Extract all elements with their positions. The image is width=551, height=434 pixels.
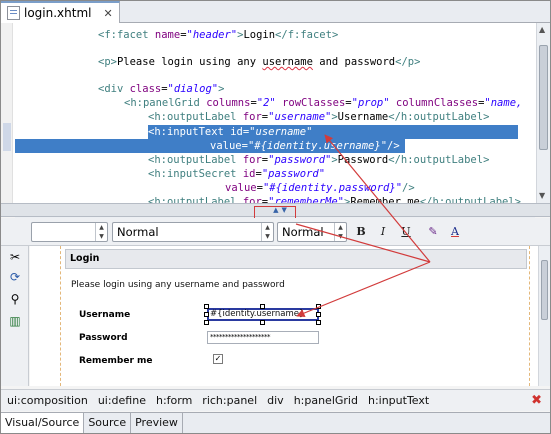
breadcrumb-item[interactable]: ui:define [98, 394, 146, 407]
visual-palette: ✂ ⟳ ⚲ ▥ [1, 246, 29, 386]
visual-editor[interactable]: Login Please login using any username an… [30, 246, 550, 386]
refresh-icon[interactable]: ⟳ [8, 270, 22, 284]
editor-ruler [1, 23, 13, 203]
source-editor[interactable]: <f:facet name="header">Login</f:facet> <p… [1, 23, 550, 225]
tab-source[interactable]: Source [84, 413, 132, 433]
breadcrumb-item[interactable]: ui:composition [7, 394, 88, 407]
font-color-button[interactable]: A [447, 224, 463, 240]
breadcrumb-item[interactable]: rich:panel [202, 394, 257, 407]
scroll-down-icon[interactable]: ▼ [539, 191, 545, 200]
chevron-updown-icon[interactable]: ▲ ▼ [95, 223, 107, 241]
code-line[interactable]: value="#{identity.username}"/> [210, 139, 400, 153]
scroll-up-icon[interactable]: ▲ [539, 25, 545, 34]
password-input[interactable]: ******************** [207, 331, 319, 344]
password-label: Password [79, 333, 128, 343]
tab-title: login.xhtml [24, 6, 92, 20]
code-line[interactable]: <f:facet name="header">Login</f:facet> [98, 28, 338, 42]
highlight-pen-icon[interactable]: ✎ [425, 224, 441, 240]
tools-icon[interactable]: ✂ [8, 250, 22, 264]
resize-handle[interactable] [316, 304, 321, 309]
rich-panel[interactable]: Login Please login using any username an… [60, 246, 530, 386]
editor-mode-tabs: Visual/Source Source Preview [1, 412, 550, 433]
code-line[interactable]: <h:inputText id="username" [148, 125, 312, 139]
code-line[interactable]: value="#{identity.password}"/> [225, 181, 415, 195]
size-combo[interactable]: Normal ▲ ▼ [277, 222, 347, 242]
tab-preview[interactable]: Preview [131, 413, 183, 433]
close-icon[interactable]: ✖ [531, 393, 542, 408]
resize-handle[interactable] [316, 312, 321, 317]
breadcrumb-item[interactable]: div [267, 394, 284, 407]
code-line[interactable]: <p>Please login using any username and p… [98, 55, 420, 69]
scroll-thumb[interactable] [539, 45, 548, 150]
chevron-updown-icon[interactable]: ▲ ▼ [261, 223, 273, 241]
resize-handle[interactable] [260, 320, 265, 325]
size-combo-value: Normal [282, 225, 324, 239]
chevron-updown-icon[interactable]: ▲ ▼ [334, 223, 346, 241]
intro-text: Please login using any username and pass… [71, 280, 285, 290]
remember-checkbox[interactable]: ✓ [213, 354, 223, 364]
breadcrumb: ui:composition ui:define h:form rich:panel d… [1, 389, 550, 411]
visual-vertical-scrollbar[interactable] [538, 246, 550, 386]
italic-button[interactable]: I [375, 224, 391, 240]
style-combo[interactable]: ▲ ▼ [31, 222, 108, 242]
resize-handle[interactable] [204, 320, 209, 325]
formatting-toolbar: ▲ ▼ Normal ▲ ▼ Normal ▲ ▼ B I U ✎ A [1, 218, 550, 246]
code-line[interactable]: <div class="dialog"> [98, 82, 224, 96]
format-combo-value: Normal [117, 225, 159, 239]
breadcrumb-item[interactable]: h:inputText [368, 394, 429, 407]
code-line[interactable]: <h:inputSecret id="password" [148, 167, 325, 181]
resize-handle[interactable] [204, 312, 209, 317]
remember-label: Remember me [79, 356, 153, 366]
resize-handle[interactable] [204, 304, 209, 309]
panel-header: Login [65, 249, 527, 269]
resize-handle[interactable] [316, 320, 321, 325]
preview-icon[interactable]: ⚲ [8, 292, 22, 306]
editor-tab-bar: login.xhtml ✕ [1, 1, 550, 23]
format-combo[interactable]: Normal ▲ ▼ [112, 222, 274, 242]
code-line[interactable]: <h:panelGrid columns="2" rowClasses="pro… [124, 96, 522, 110]
scroll-thumb[interactable] [541, 260, 548, 320]
layout-icon[interactable]: ▥ [8, 314, 22, 328]
underline-button[interactable]: U [398, 224, 414, 240]
code-line[interactable]: <h:outputLabel for="rememberMe">Remember… [148, 195, 521, 203]
code-area[interactable]: <f:facet name="header">Login</f:facet> <p… [15, 23, 525, 203]
tab-visual-source[interactable]: Visual/Source [1, 413, 85, 433]
bold-button[interactable]: B [353, 224, 369, 240]
username-label: Username [79, 310, 131, 320]
tab-login-xhtml[interactable]: login.xhtml ✕ [1, 1, 120, 23]
close-icon[interactable]: ✕ [103, 7, 112, 20]
selection-marker [3, 123, 11, 151]
breadcrumb-item[interactable]: h:form [156, 394, 192, 407]
code-line[interactable]: <h:outputLabel for="username">Username</… [148, 110, 489, 124]
code-line[interactable]: <h:outputLabel for="password">Password</… [148, 153, 489, 167]
source-vertical-scrollbar[interactable]: ▲ ▼ [536, 23, 550, 203]
resize-handle[interactable] [260, 304, 265, 309]
breadcrumb-item[interactable]: h:panelGrid [294, 394, 358, 407]
xhtml-file-icon [7, 6, 20, 20]
